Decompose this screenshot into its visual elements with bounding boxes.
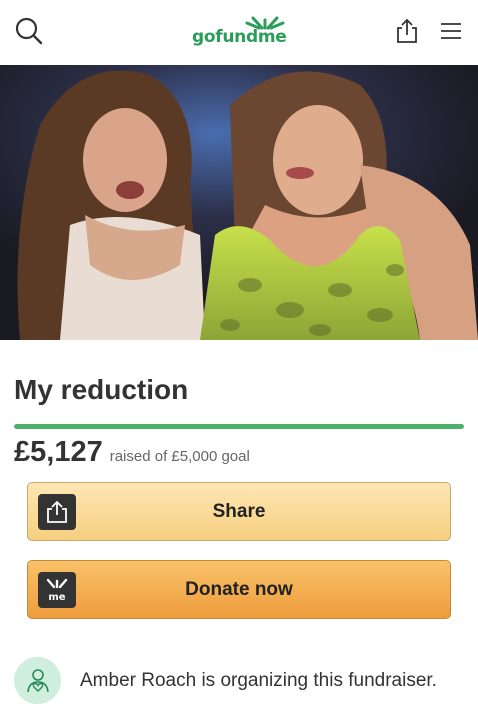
gofundme-me-icon: me [38, 572, 76, 608]
progress-bar [14, 424, 464, 429]
donate-button-label: Donate now [185, 578, 293, 600]
organizer-avatar [14, 657, 61, 704]
goal-text: raised of £5,000 goal [109, 448, 250, 465]
top-header: gofundme [0, 0, 478, 65]
share-button-label: Share [212, 500, 266, 522]
donate-button[interactable]: me Donate now [27, 560, 451, 619]
header-share-icon[interactable] [390, 14, 424, 48]
menu-icon[interactable] [434, 14, 468, 48]
raised-summary: £5,127 raised of £5,000 goal [14, 436, 250, 469]
organizer-heart-person-icon [26, 668, 49, 692]
amount-raised: £5,127 [14, 436, 103, 468]
gofundme-logo[interactable]: gofundme [190, 16, 290, 48]
logo-sprout-icon [245, 16, 285, 30]
donate-icon-text: me [48, 592, 65, 603]
campaign-title: My reduction [14, 374, 189, 405]
campaign-photo [0, 65, 478, 340]
search-icon[interactable] [12, 14, 46, 48]
logo-text: gofundme [192, 27, 287, 47]
share-button[interactable]: Share [27, 482, 451, 541]
progress-bar-fill [14, 424, 464, 429]
organizer-text: Amber Roach is organizing this fundraise… [80, 670, 437, 691]
share-icon [38, 494, 76, 530]
